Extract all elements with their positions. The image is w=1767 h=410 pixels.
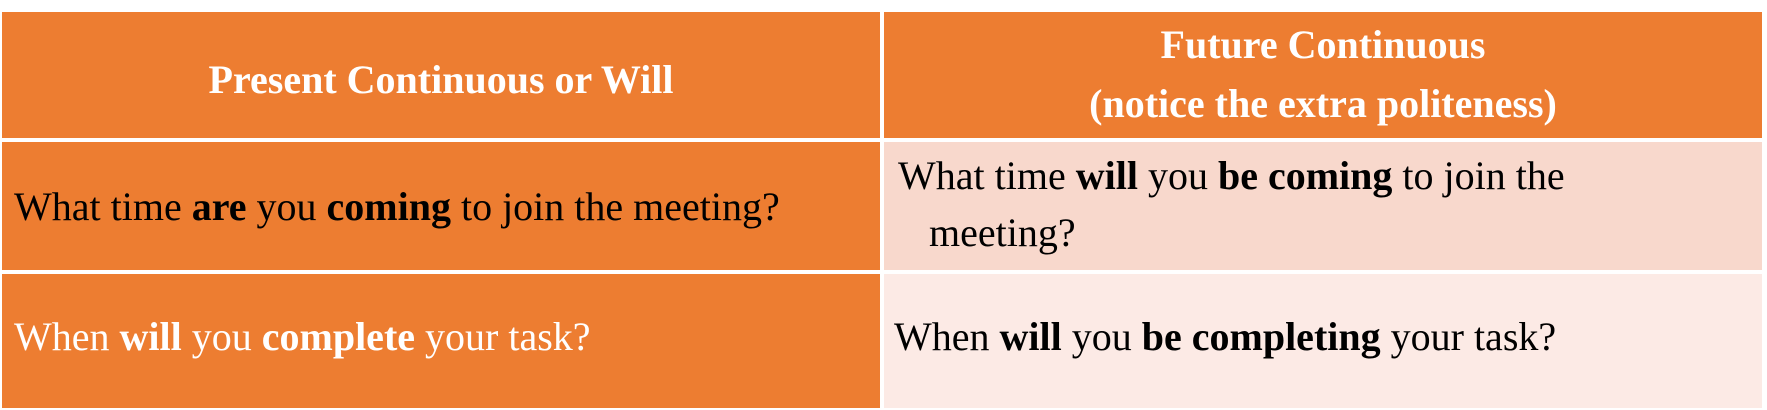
bold-verb: be completing — [1141, 314, 1381, 359]
row-1-right-cell: What time will you be coming to join the… — [884, 142, 1762, 270]
bold-verb: will — [1075, 153, 1138, 198]
row-2-left-sentence: When will you complete your task? — [14, 308, 591, 366]
header-label-left: Present Continuous or Will — [208, 57, 674, 102]
text: to join the — [1392, 153, 1565, 198]
text: When — [894, 314, 1000, 359]
text: your task? — [1380, 314, 1557, 359]
text: What time — [898, 153, 1076, 198]
bold-verb: will — [999, 314, 1062, 359]
header-label-right-line2: (notice the extra politeness) — [1089, 81, 1557, 126]
header-cell-future-continuous: Future Continuous (notice the extra poli… — [884, 12, 1762, 138]
bold-verb: are — [191, 184, 247, 229]
row-2-left-cell: When will you complete your task? — [2, 274, 880, 408]
text: you — [246, 184, 327, 229]
row-1-left-sentence: What time are you coming to join the mee… — [14, 178, 780, 236]
header-cell-present-continuous: Present Continuous or Will — [2, 12, 880, 138]
bold-verb: coming — [326, 184, 451, 229]
text: you — [1137, 153, 1218, 198]
text: to join the meeting? — [450, 184, 780, 229]
bold-verb: will — [119, 314, 182, 359]
text: you — [181, 314, 262, 359]
bold-verb: complete — [261, 314, 416, 359]
comparison-table: Present Continuous or Will Future Contin… — [0, 10, 1767, 410]
header-label-right-line1: Future Continuous — [1160, 22, 1486, 67]
text: your task? — [415, 314, 591, 359]
row-2-right-sentence: When will you be completing your task? — [894, 308, 1556, 366]
text: you — [1061, 314, 1142, 359]
text: What time — [14, 184, 192, 229]
text: When — [14, 314, 120, 359]
row-1-right-sentence-line1: What time will you be coming to join the — [898, 147, 1565, 205]
row-1-right-sentence-line2: meeting? — [929, 210, 1076, 255]
row-1-left-cell: What time are you coming to join the mee… — [2, 142, 880, 270]
bold-verb: be coming — [1217, 153, 1393, 198]
row-2-right-cell: When will you be completing your task? — [884, 274, 1762, 408]
